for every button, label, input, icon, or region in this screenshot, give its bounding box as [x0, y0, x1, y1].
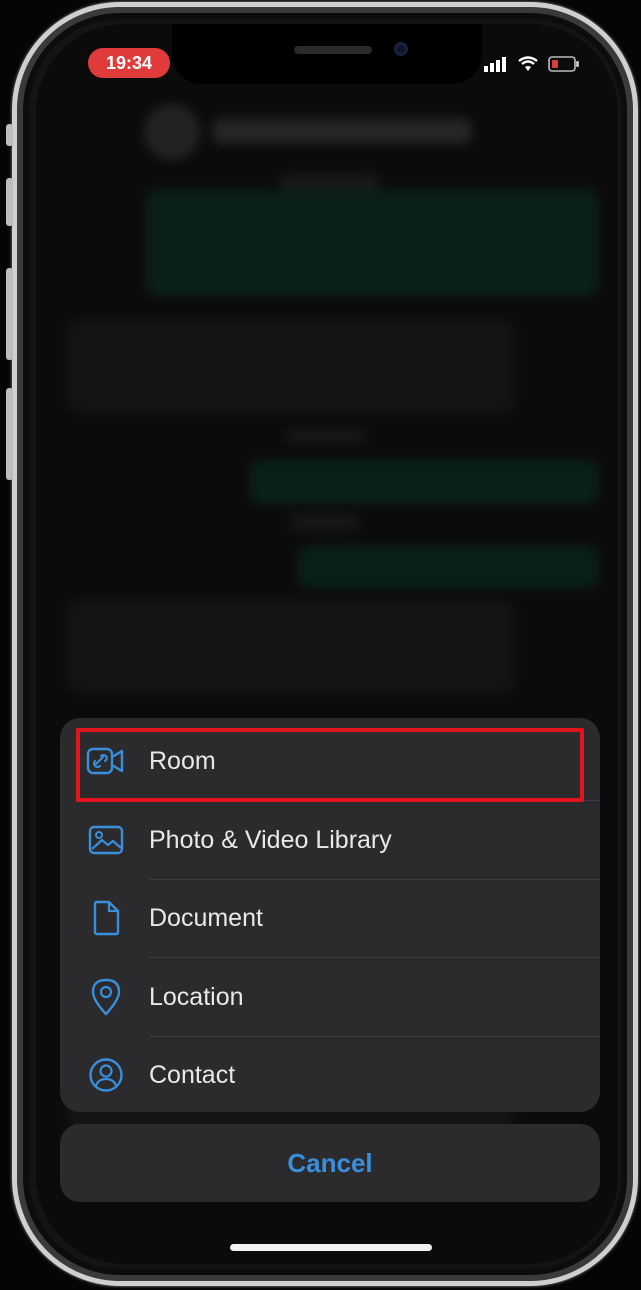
battery-icon [548, 56, 580, 72]
document-icon [86, 898, 126, 938]
sheet-item-label: Document [149, 903, 263, 932]
sheet-item-contact[interactable]: Contact [60, 1036, 600, 1112]
sheet-item-photo-video-library[interactable]: Photo & Video Library [60, 801, 600, 879]
home-indicator[interactable] [230, 1244, 432, 1251]
contact-icon [86, 1055, 126, 1095]
sheet-item-location[interactable]: Location [60, 958, 600, 1036]
side-button [6, 124, 13, 146]
room-highlight-box [76, 728, 584, 802]
sheet-item-document[interactable]: Document [60, 879, 600, 957]
cancel-button[interactable]: Cancel [60, 1124, 600, 1202]
photo-icon [86, 820, 126, 860]
front-camera [394, 42, 408, 56]
wifi-icon [518, 56, 538, 72]
location-pin-icon [86, 977, 126, 1017]
volume-down-button-2 [6, 388, 13, 480]
status-time: 19:34 [88, 48, 170, 78]
volume-up-button [6, 178, 13, 226]
notch [172, 24, 482, 84]
sheet-item-label: Contact [149, 1060, 236, 1089]
sheet-item-label: Photo & Video Library [149, 825, 392, 854]
sheet-item-label: Location [149, 982, 244, 1011]
speaker [294, 46, 372, 54]
status-icons [484, 56, 580, 72]
signal-icon [484, 56, 508, 72]
volume-down-button [6, 268, 13, 360]
